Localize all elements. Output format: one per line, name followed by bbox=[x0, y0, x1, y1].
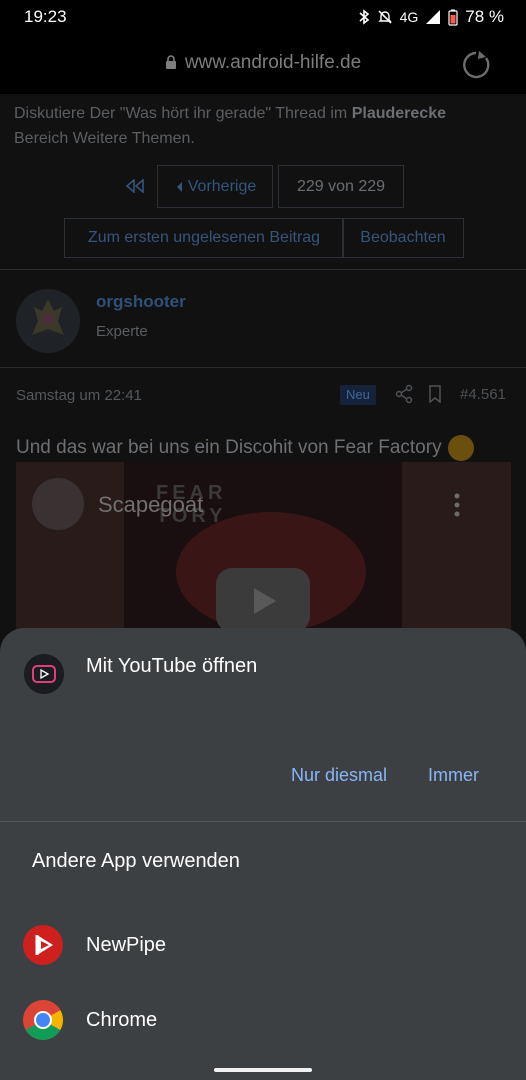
app-option-chrome[interactable]: Chrome bbox=[0, 987, 526, 1053]
battery-level: 78 % bbox=[465, 7, 504, 26]
divider bbox=[0, 367, 526, 368]
chevron-left-icon bbox=[176, 181, 182, 192]
previous-page-button[interactable]: Vorherige bbox=[157, 165, 273, 208]
upside-down-face-emoji-icon bbox=[447, 435, 474, 461]
open-with-title: Mit YouTube öffnen bbox=[86, 655, 258, 677]
app-label: Chrome bbox=[86, 1008, 158, 1031]
page-counter-label: 229 von 229 bbox=[296, 177, 386, 195]
network-type: 4G bbox=[399, 9, 419, 25]
new-badge: Neu bbox=[340, 385, 376, 405]
first-page-button[interactable] bbox=[118, 172, 152, 200]
thread-description: Diskutiere Der "Was hört ihr gerade" Thr… bbox=[14, 105, 446, 123]
more-vert-icon[interactable] bbox=[454, 492, 460, 518]
watch-button[interactable]: Beobachten bbox=[342, 218, 464, 258]
divider bbox=[0, 269, 526, 270]
status-time: 19:23 bbox=[24, 7, 67, 26]
previous-page-label: Vorherige bbox=[187, 177, 257, 195]
thread-description-line2: Bereich Weitere Themen. bbox=[14, 130, 195, 147]
address-field[interactable]: www.android-hilfe.de bbox=[0, 52, 526, 74]
avatar[interactable] bbox=[16, 289, 80, 353]
always-button[interactable]: Immer bbox=[418, 758, 489, 792]
page-counter[interactable]: 229 von 229 bbox=[278, 165, 404, 208]
youtube-app-icon bbox=[24, 654, 64, 694]
sheet-divider bbox=[0, 821, 526, 822]
post-number[interactable]: #4.561 bbox=[460, 386, 506, 403]
video-title[interactable]: Scapegoat bbox=[98, 492, 203, 518]
double-chevron-left-icon bbox=[125, 179, 144, 193]
battery-icon bbox=[448, 9, 458, 26]
play-icon bbox=[254, 588, 276, 614]
author-title: Experte bbox=[96, 323, 148, 340]
play-button[interactable] bbox=[216, 568, 310, 632]
thread-description-text: Diskutiere Der "Was hört ihr gerade" Thr… bbox=[14, 105, 348, 122]
post-text-content: Und das war bei uns ein Discohit von Fea… bbox=[16, 437, 442, 459]
author-name[interactable]: orgshooter bbox=[96, 292, 186, 312]
youtube-vanced-icon bbox=[24, 654, 64, 694]
newpipe-icon bbox=[23, 925, 63, 965]
first-unread-button[interactable]: Zum ersten ungelesenen Beitrag bbox=[64, 218, 344, 258]
gesture-handle[interactable] bbox=[214, 1068, 312, 1072]
status-icons: 4G 78 % bbox=[358, 7, 504, 27]
youtube-embed[interactable]: FEAR TORY Scapegoat bbox=[16, 462, 511, 632]
signal-icon bbox=[426, 10, 441, 24]
avatar-image bbox=[16, 289, 80, 353]
url-text: www.android-hilfe.de bbox=[184, 52, 362, 73]
forum-link[interactable]: Plauderecke bbox=[352, 105, 446, 122]
chrome-icon bbox=[23, 1000, 63, 1040]
post-text: Und das war bei uns ein Discohit von Fea… bbox=[16, 435, 474, 461]
lock-icon bbox=[165, 55, 176, 70]
notifications-off-icon bbox=[377, 10, 392, 24]
bluetooth-icon bbox=[359, 9, 369, 25]
bookmark-icon[interactable] bbox=[428, 385, 442, 403]
share-icon[interactable] bbox=[395, 384, 413, 404]
app-label: NewPipe bbox=[86, 933, 167, 956]
reload-icon[interactable] bbox=[459, 48, 493, 82]
post-date[interactable]: Samstag um 22:41 bbox=[16, 387, 142, 404]
just-once-button[interactable]: Nur diesmal bbox=[281, 758, 397, 792]
channel-avatar[interactable] bbox=[32, 478, 84, 530]
app-option-newpipe[interactable]: NewPipe bbox=[0, 912, 526, 978]
other-app-heading: Andere App verwenden bbox=[32, 850, 240, 872]
